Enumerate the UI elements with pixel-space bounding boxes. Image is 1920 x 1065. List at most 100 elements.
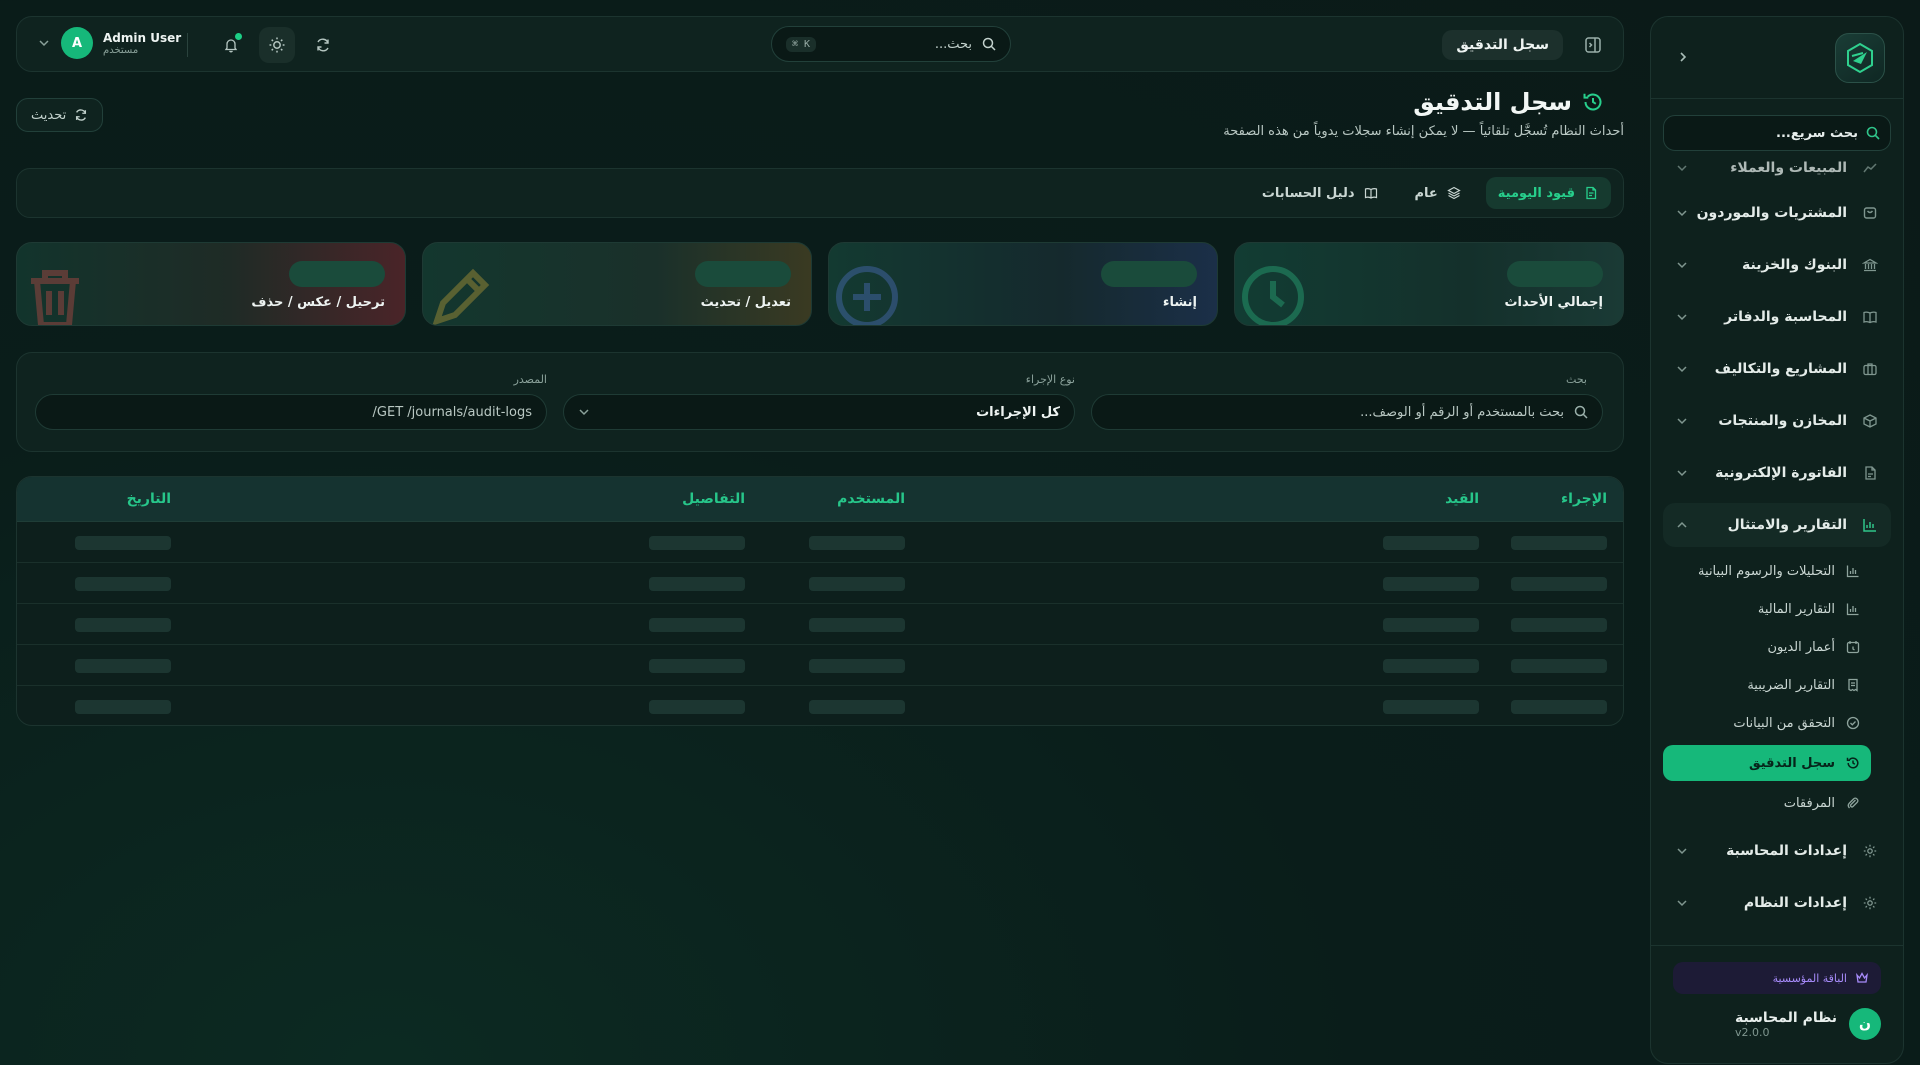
sidebar-subitem-financial-reports[interactable]: التقارير المالية [1663, 593, 1871, 625]
skeleton-cell [649, 618, 745, 632]
app-logo[interactable] [1835, 33, 1885, 83]
stat-label: إنشاء [1162, 295, 1197, 310]
bank-icon [1861, 256, 1879, 274]
user-menu[interactable]: A Admin User مستخدم [37, 27, 181, 59]
sidebar-subitem-debt-aging[interactable]: أعمار الديون [1663, 631, 1871, 663]
skeleton-cell [1383, 700, 1479, 714]
global-search[interactable]: بحث... ⌘ K [771, 26, 1011, 62]
skeleton-cell [809, 577, 905, 591]
layout-toggle-button[interactable] [1581, 33, 1605, 57]
sidebar-item-label: الفاتورة الإلكترونية [1715, 465, 1847, 481]
chevron-right-icon [1680, 52, 1687, 62]
sidebar-subitem-analytics[interactable]: التحليلات والرسوم البيانية [1663, 555, 1871, 587]
sidebar-subitem-audit-log[interactable]: سجل التدقيق [1663, 745, 1871, 781]
column-header-entry[interactable]: القيد [1445, 491, 1479, 507]
skeleton-cell [1511, 700, 1607, 714]
skeleton-cell [809, 659, 905, 673]
sidebar-item-label: إعدادات النظام [1743, 895, 1847, 911]
source-field[interactable]: /GET /journals/audit-logs [35, 394, 547, 430]
sidebar-footer: الباقة المؤسسية ن نظام المحاسبة v2.0.0 [1651, 945, 1903, 1063]
search-shortcut-hint: ⌘ K [786, 36, 817, 52]
search-icon [1866, 126, 1880, 140]
table-row-loading [17, 645, 1623, 686]
table-row-loading [17, 563, 1623, 604]
sidebar-subitem-data-validation[interactable]: التحقق من البيانات [1663, 707, 1871, 739]
skeleton-cell [75, 700, 171, 714]
tab-journal-entries[interactable]: قيود اليومية [1485, 177, 1611, 209]
sidebar-item-system-settings[interactable]: إعدادات النظام [1663, 881, 1891, 925]
skeleton-cell [649, 577, 745, 591]
sidebar-subitem-tax-reports[interactable]: التقارير الضريبية [1663, 669, 1871, 701]
sidebar-item-accounting-settings[interactable]: إعدادات المحاسبة [1663, 829, 1891, 873]
gear-icon [1861, 842, 1879, 860]
sidebar-item-warehouses[interactable]: المخازن والمنتجات [1663, 399, 1891, 443]
skeleton-cell [75, 577, 171, 591]
table-row-loading [17, 604, 1623, 645]
column-header-date[interactable]: التاريخ [127, 491, 171, 507]
sidebar: بحث سريع... المبيعات والعملاء المشتريات … [1650, 16, 1904, 1064]
sidebar-item-banks[interactable]: البنوك والخزينة [1663, 243, 1891, 287]
calendar-clock-icon [1845, 639, 1861, 655]
sidebar-item-sales[interactable]: المبيعات والعملاء [1663, 153, 1891, 183]
sidebar-subitem-label: التقارير الضريبية [1747, 677, 1835, 693]
sidebar-item-label: البنوك والخزينة [1742, 257, 1847, 273]
history-icon [1845, 755, 1861, 771]
sync-button[interactable] [305, 27, 341, 63]
refresh-icon [317, 38, 329, 52]
sidebar-item-projects[interactable]: المشاريع والتكاليف [1663, 347, 1891, 391]
chevron-down-icon [1675, 896, 1689, 910]
tab-general[interactable]: عام [1403, 177, 1474, 209]
sidebar-item-label: التقارير والامتثال [1727, 517, 1847, 533]
sidebar-item-accounting[interactable]: المحاسبة والدفاتر [1663, 295, 1891, 339]
notifications-button[interactable] [213, 27, 249, 63]
skeleton-cell [1511, 659, 1607, 673]
sidebar-subitem-label: التقارير المالية [1757, 601, 1835, 617]
column-header-details[interactable]: التفاصيل [682, 491, 745, 507]
search-filter-input[interactable]: بحث بالمستخدم أو الرقم أو الوصف... [1091, 394, 1603, 430]
tab-chart-of-accounts[interactable]: دليل الحسابات [1250, 177, 1391, 209]
sidebar-item-purchases[interactable]: المشتريات والموردون [1663, 191, 1891, 235]
theme-toggle-button[interactable] [259, 27, 295, 63]
skeleton-cell [1511, 618, 1607, 632]
sidebar-layout-icon [1585, 37, 1601, 53]
sidebar-subitem-attachments[interactable]: المرفقات [1663, 787, 1871, 819]
skeleton-cell [649, 536, 745, 550]
column-header-user[interactable]: المستخدم [837, 491, 905, 507]
plan-badge-label: الباقة المؤسسية [1772, 971, 1847, 985]
skeleton-cell [1511, 577, 1607, 591]
chevron-down-icon [1675, 161, 1689, 175]
system-version: v2.0.0 [1734, 1025, 1770, 1039]
user-avatar: A [61, 27, 93, 59]
sidebar-item-einvoice[interactable]: الفاتورة الإلكترونية [1663, 451, 1891, 495]
search-filter-placeholder: بحث بالمستخدم أو الرقم أو الوصف... [1360, 404, 1564, 420]
sidebar-quick-search[interactable]: بحث سريع... [1663, 115, 1891, 151]
sidebar-item-label: المبيعات والعملاء [1730, 160, 1847, 176]
sidebar-item-label: إعدادات المحاسبة [1726, 843, 1847, 859]
chevron-down-icon [1675, 258, 1689, 272]
bar-chart-icon [1845, 563, 1861, 579]
clock-icon [1242, 266, 1304, 325]
sidebar-item-label: المخازن والمنتجات [1718, 413, 1847, 429]
source-value: /GET /journals/audit-logs [372, 404, 532, 420]
chevron-down-icon [1675, 414, 1689, 428]
topbar-divider [187, 33, 188, 57]
search-filter-label: بحث [1566, 373, 1587, 386]
skeleton-cell [649, 700, 745, 714]
chevron-down-icon [37, 36, 51, 50]
reports-submenu: التحليلات والرسوم البيانية التقارير الما… [1663, 555, 1891, 819]
column-header-action[interactable]: الإجراء [1561, 491, 1607, 507]
action-type-select[interactable]: كل الإجراءات [563, 394, 1075, 430]
skeleton-cell [809, 536, 905, 550]
skeleton-cell [809, 618, 905, 632]
trash-icon [31, 270, 79, 325]
sidebar-collapse-button[interactable] [1673, 47, 1693, 67]
sun-icon [269, 37, 285, 53]
plan-badge[interactable]: الباقة المؤسسية [1673, 962, 1881, 994]
refresh-button[interactable]: تحديث [16, 98, 104, 132]
sidebar-item-reports[interactable]: التقارير والامتثال [1663, 503, 1891, 547]
action-type-value: كل الإجراءات [976, 404, 1060, 420]
book-icon [1861, 308, 1879, 326]
table-row-loading [17, 686, 1623, 725]
chevron-down-icon [1675, 362, 1689, 376]
trend-icon [1861, 159, 1879, 177]
